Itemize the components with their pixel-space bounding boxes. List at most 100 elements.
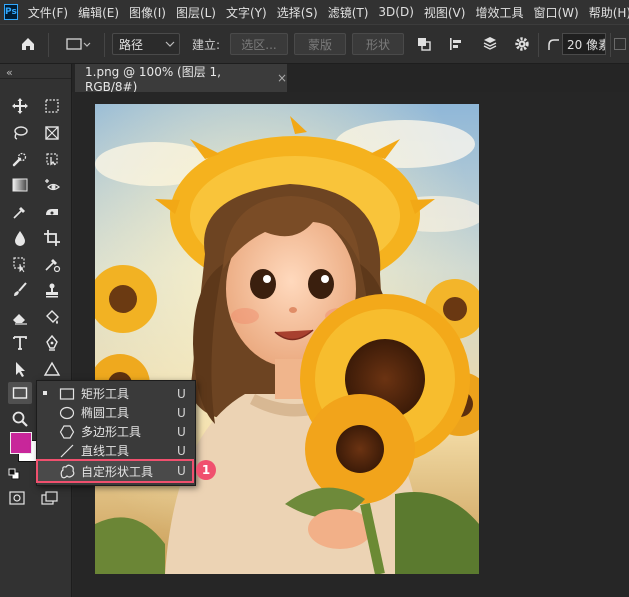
- type-tool-button[interactable]: [8, 332, 32, 354]
- eraser-tool-button[interactable]: [8, 306, 32, 328]
- menu-plugins[interactable]: 增效工具: [475, 4, 523, 21]
- corner-radius-input[interactable]: 20 像素: [562, 33, 606, 55]
- mode-select-value: 路径: [119, 37, 144, 52]
- rectangle-icon: [66, 38, 91, 50]
- eyedropper-tool-button[interactable]: [8, 201, 32, 223]
- polygon-icon: [59, 425, 75, 439]
- path-alignment-button[interactable]: [444, 33, 468, 55]
- settings-button[interactable]: [510, 33, 534, 55]
- crop-tool-button[interactable]: [40, 227, 64, 249]
- corner-radius-icon: [544, 33, 562, 55]
- zoom-tool-button[interactable]: [8, 408, 32, 430]
- foreground-color-swatch[interactable]: [10, 432, 32, 454]
- frame-tool-button[interactable]: [40, 122, 64, 144]
- flyout-item-custom-shape-tool[interactable]: 自定形状工具 U: [36, 459, 194, 483]
- sunflower-girl-illustration: [95, 104, 479, 574]
- lasso-icon: [14, 126, 28, 140]
- red-eye-tool-button[interactable]: [40, 174, 64, 196]
- quick-selection-tool-button[interactable]: [8, 148, 32, 170]
- brush-tool-button[interactable]: [8, 279, 32, 301]
- menu-window[interactable]: 窗口(W): [533, 4, 578, 21]
- flyout-item-shortcut: U: [177, 443, 186, 458]
- screen-mode-icon: [41, 491, 58, 505]
- photoshop-logo-icon: Ps: [4, 4, 18, 20]
- ellipse-icon: [59, 406, 75, 420]
- make-selection-button[interactable]: 选区...: [230, 33, 288, 55]
- lasso-tool-button[interactable]: [8, 122, 32, 144]
- pen-icon: [46, 334, 58, 351]
- marquee-tool-button[interactable]: [40, 95, 64, 117]
- eraser-icon: [46, 209, 58, 215]
- arrow-pointer-icon: [16, 362, 25, 377]
- home-button[interactable]: [14, 33, 42, 55]
- move-tool-button[interactable]: [8, 95, 32, 117]
- tool-preset-picker[interactable]: [58, 33, 98, 55]
- water-drop-icon: [15, 231, 25, 246]
- gradient-tool-button[interactable]: [8, 174, 32, 196]
- menu-select[interactable]: 选择(S): [277, 4, 318, 21]
- object-selection-icon: [13, 257, 25, 273]
- crop-slice-tool-button[interactable]: [40, 148, 64, 170]
- eyedropper-icon: [13, 207, 25, 219]
- paint-bucket-tool-button[interactable]: [40, 306, 64, 328]
- make-label: 建立:: [191, 37, 221, 52]
- menu-3d[interactable]: 3D(D): [378, 5, 413, 19]
- rectangle-icon: [12, 387, 28, 399]
- flyout-item-label: 自定形状工具: [81, 464, 154, 479]
- mode-select[interactable]: 路径: [112, 33, 180, 55]
- quick-mask-button[interactable]: [8, 490, 32, 510]
- path-operations-button[interactable]: [412, 33, 436, 55]
- menu-bar: Ps 文件(F) 编辑(E) 图像(I) 图层(L) 文字(Y) 选择(S) 滤…: [0, 0, 629, 24]
- triangle-tool-button[interactable]: [40, 358, 64, 380]
- eraser-alt-tool-button[interactable]: [40, 201, 64, 223]
- menu-type[interactable]: 文字(Y): [226, 4, 267, 21]
- home-icon: [22, 38, 34, 50]
- flyout-item-polygon-tool[interactable]: 多边形工具 U: [37, 422, 193, 441]
- brush-icon: [14, 282, 27, 296]
- pen-tool-button[interactable]: [40, 332, 64, 354]
- menu-file[interactable]: 文件(F): [28, 4, 68, 21]
- gear-icon: [515, 37, 529, 51]
- color-sampler-tool-button[interactable]: [40, 253, 64, 275]
- quick-mask-icon: [9, 491, 25, 505]
- document-tab-bar: 1.png @ 100% (图层 1, RGB/8#) ×: [0, 64, 629, 94]
- flyout-item-rectangle-tool[interactable]: 矩形工具 U: [37, 384, 193, 403]
- slice-select-icon: [46, 153, 58, 166]
- object-selection-tool-button[interactable]: [8, 253, 32, 275]
- flyout-item-shortcut: U: [177, 464, 186, 478]
- chevron-down-icon: [165, 41, 175, 47]
- align-edges-checkbox[interactable]: [614, 33, 626, 55]
- default-colors-icon[interactable]: [8, 468, 20, 480]
- magnifier-icon: [12, 411, 28, 427]
- document-tab-title: 1.png @ 100% (图层 1, RGB/8#): [85, 64, 221, 94]
- stamp-tool-button[interactable]: [40, 279, 64, 301]
- rectangle-icon: [59, 388, 75, 400]
- paint-bucket-icon: [46, 310, 59, 324]
- menu-layer[interactable]: 图层(L): [176, 4, 216, 21]
- menu-image[interactable]: 图像(I): [129, 4, 166, 21]
- move-icon: [12, 98, 28, 114]
- rectangle-tool-button[interactable]: [8, 382, 32, 404]
- screen-mode-button[interactable]: [40, 490, 64, 510]
- flyout-item-line-tool[interactable]: 直线工具 U: [37, 441, 193, 460]
- document-tab[interactable]: 1.png @ 100% (图层 1, RGB/8#) ×: [75, 64, 287, 94]
- document-image[interactable]: [95, 104, 479, 574]
- custom-shape-icon: [60, 464, 75, 479]
- menu-filter[interactable]: 滤镜(T): [328, 4, 369, 21]
- menu-edit[interactable]: 编辑(E): [78, 4, 119, 21]
- menu-help[interactable]: 帮助(H): [589, 4, 629, 21]
- triangle-icon: [43, 361, 61, 376]
- flyout-item-ellipse-tool[interactable]: 椭圆工具 U: [37, 403, 193, 422]
- close-icon[interactable]: ×: [277, 71, 287, 85]
- frame-icon: [45, 126, 59, 140]
- make-shape-button[interactable]: 形状: [352, 33, 404, 55]
- menu-view[interactable]: 视图(V): [424, 4, 466, 21]
- path-selection-tool-button[interactable]: [8, 358, 32, 380]
- blur-tool-button[interactable]: [8, 227, 32, 249]
- quick-selection-icon: [12, 152, 27, 167]
- stamp-icon: [46, 283, 58, 298]
- tools-panel: «: [0, 64, 72, 597]
- path-arrangement-button[interactable]: [478, 33, 504, 55]
- color-sampler-icon: [45, 259, 61, 273]
- make-mask-button[interactable]: 蒙版: [294, 33, 346, 55]
